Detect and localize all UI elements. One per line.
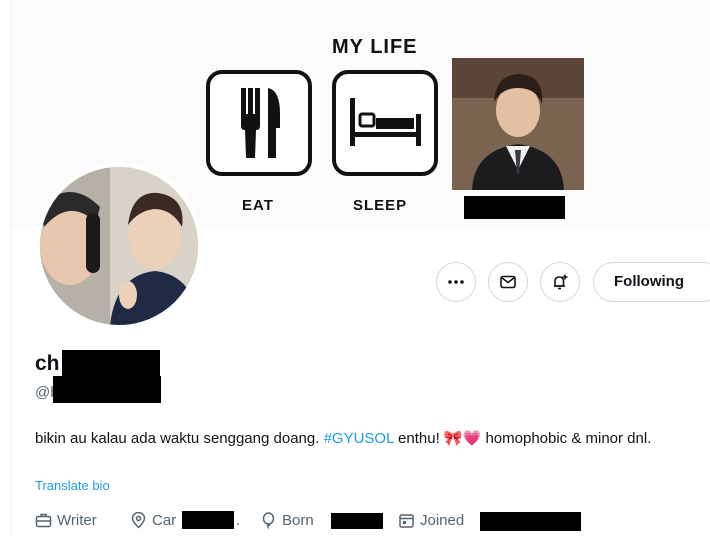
sleep-label: SLEEP	[353, 197, 408, 214]
profile-bio: bikin au kalau ada waktu senggang doang.…	[35, 429, 710, 449]
hashtag-link[interactable]: #GYUSOL	[324, 430, 394, 447]
sleep-meme-box	[332, 70, 438, 176]
birthday-item: Born	[260, 512, 314, 529]
display-name: ch	[35, 352, 60, 375]
banner-photo	[452, 58, 584, 190]
bio-text-start: bikin au kalau ada waktu senggang doang.	[35, 430, 324, 447]
eat-label: EAT	[242, 197, 274, 214]
notifications-button[interactable]	[540, 262, 580, 302]
location-item: Car	[130, 512, 176, 529]
fork-knife-icon	[241, 88, 280, 158]
briefcase-icon	[35, 513, 52, 528]
redaction-box	[53, 376, 161, 403]
joined-item: Joined	[398, 512, 464, 529]
profession-item: Writer	[35, 512, 97, 529]
bio-text-mid: enthu!	[393, 430, 444, 447]
location-suffix: .	[236, 512, 240, 529]
location-pin-icon	[131, 512, 146, 529]
more-dots-icon	[448, 280, 464, 284]
redaction-box	[464, 196, 565, 219]
redaction-box	[480, 512, 581, 531]
birthday-text: Born	[282, 512, 314, 529]
calendar-icon	[399, 514, 414, 528]
profile-avatar[interactable]	[36, 163, 202, 329]
location-text: Car	[152, 512, 177, 529]
joined-text: Joined	[420, 512, 465, 529]
profession-text: Writer	[57, 512, 97, 529]
bed-icon	[350, 98, 421, 146]
banner-title: MY LIFE	[332, 36, 418, 58]
message-button[interactable]	[488, 262, 528, 302]
translate-bio-link[interactable]: Translate bio	[35, 478, 110, 493]
more-options-button[interactable]	[436, 262, 476, 302]
envelope-icon	[500, 275, 516, 289]
bell-plus-icon	[554, 274, 568, 290]
redaction-box	[331, 513, 383, 529]
location-suffix-text: .	[236, 512, 241, 529]
eat-meme-box	[206, 70, 312, 176]
bio-text-end: homophobic & minor dnl.	[481, 430, 652, 447]
balloon-icon	[262, 512, 275, 529]
redaction-box	[62, 350, 160, 376]
bio-emoji: 🎀💗	[443, 430, 482, 447]
following-button[interactable]: Following	[593, 262, 710, 302]
redaction-box	[182, 511, 234, 529]
